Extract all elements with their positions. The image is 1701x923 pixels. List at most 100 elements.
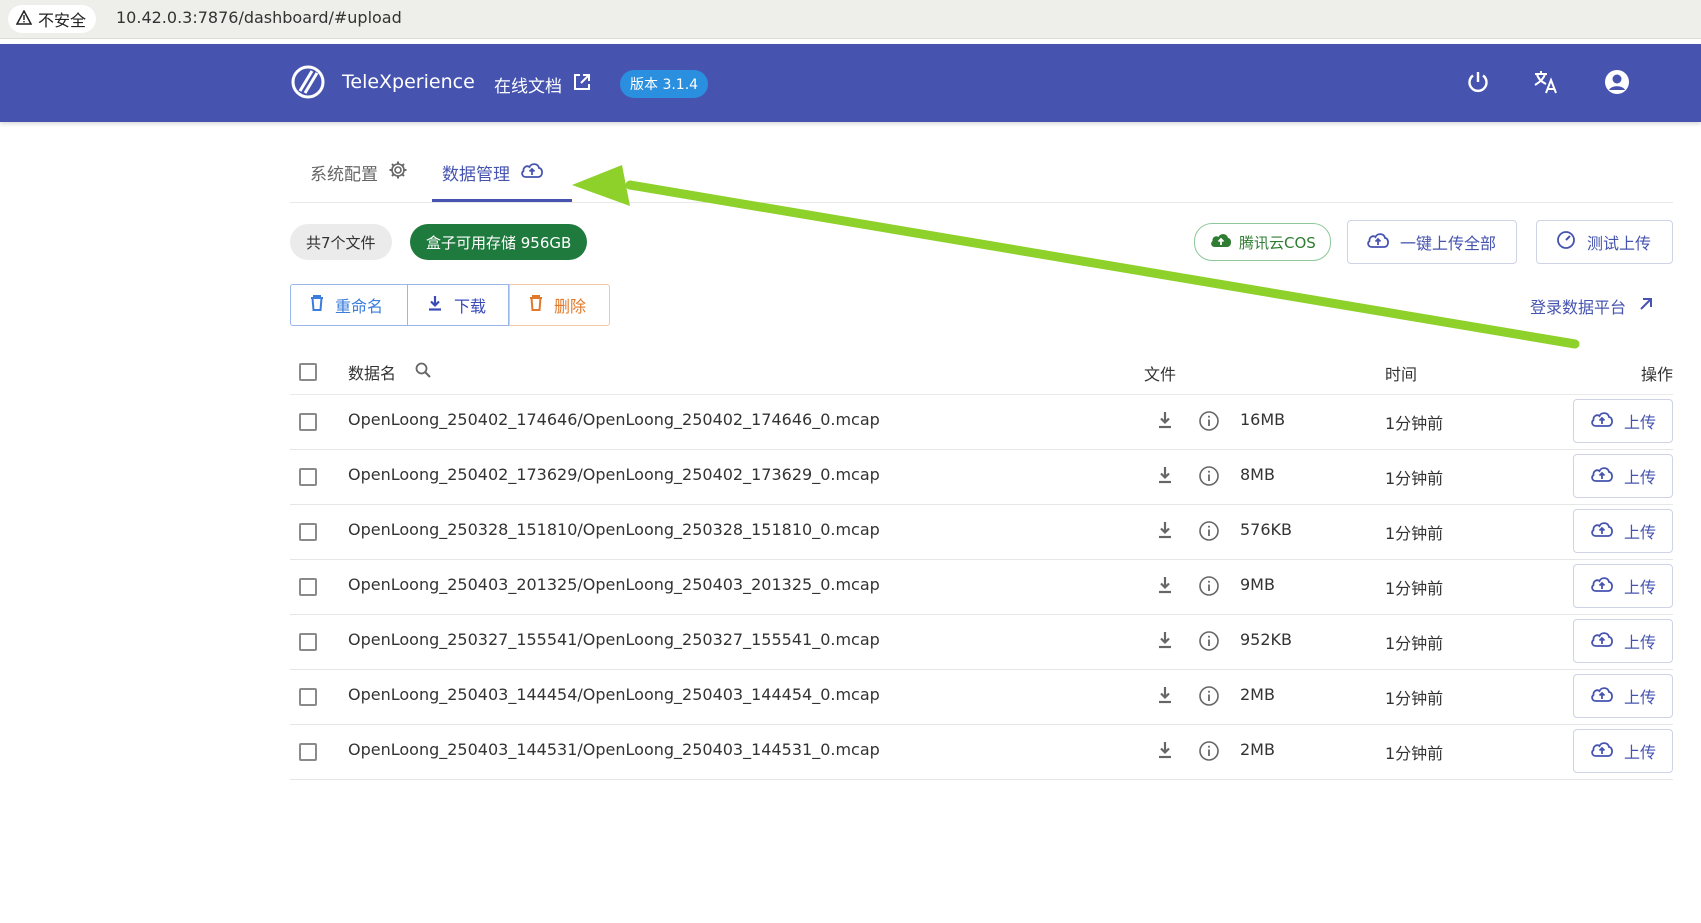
- row-upload-button[interactable]: 上传: [1573, 564, 1673, 608]
- column-file-header: 文件: [1144, 365, 1177, 384]
- storage-chip: 盒子可用存储 956GB: [410, 224, 588, 260]
- row-checkbox[interactable]: [299, 688, 317, 706]
- file-name: OpenLoong_250402_174646/OpenLoong_250402…: [348, 410, 880, 429]
- row-upload-button[interactable]: 上传: [1573, 509, 1673, 553]
- file-size: 9MB: [1240, 575, 1275, 594]
- bulk-action-group: 重命名 下载 删除: [290, 284, 610, 326]
- file-size: 2MB: [1240, 740, 1275, 759]
- info-icon[interactable]: [1198, 465, 1220, 487]
- test-upload-button[interactable]: 测试上传: [1536, 220, 1673, 264]
- cloud-upload-icon: [1590, 629, 1614, 653]
- file-time: 1分钟前: [1385, 414, 1444, 433]
- upload-label: 上传: [1623, 413, 1656, 432]
- upload-all-label: 一键上传全部: [1400, 234, 1497, 253]
- row-upload-button[interactable]: 上传: [1573, 674, 1673, 718]
- file-size: 952KB: [1240, 630, 1293, 649]
- cloud-upload-icon: [1590, 684, 1614, 708]
- file-time: 1分钟前: [1385, 524, 1444, 543]
- upload-label: 上传: [1623, 633, 1656, 652]
- upload-label: 上传: [1623, 523, 1656, 542]
- info-icon[interactable]: [1198, 685, 1220, 707]
- external-link-icon: [572, 72, 592, 97]
- tab-data-management[interactable]: 数据管理: [432, 150, 572, 202]
- insecure-indicator[interactable]: 不安全: [8, 5, 97, 33]
- info-icon[interactable]: [1198, 520, 1220, 542]
- table-row: OpenLoong_250403_201325/OpenLoong_250403…: [290, 560, 1673, 615]
- data-platform-link[interactable]: 登录数据平台: [1530, 294, 1654, 318]
- url-text[interactable]: 10.42.0.3:7876/dashboard/#upload: [116, 8, 402, 27]
- search-icon[interactable]: [414, 361, 432, 383]
- tab-system-config[interactable]: 系统配置: [310, 150, 418, 202]
- download-icon[interactable]: [1156, 575, 1178, 597]
- row-checkbox[interactable]: [299, 413, 317, 431]
- tab-label: 系统配置: [310, 165, 378, 185]
- power-button[interactable]: [1460, 66, 1496, 102]
- table-row: OpenLoong_250402_173629/OpenLoong_250402…: [290, 450, 1673, 505]
- row-checkbox[interactable]: [299, 633, 317, 651]
- upload-all-button[interactable]: 一键上传全部: [1347, 220, 1517, 264]
- translate-icon: [1532, 68, 1560, 100]
- file-size: 576KB: [1240, 520, 1293, 539]
- platform-link-label: 登录数据平台: [1530, 298, 1627, 317]
- download-icon[interactable]: [1156, 410, 1178, 432]
- cloud-upload-icon: [1209, 230, 1233, 254]
- table-row: OpenLoong_250402_174646/OpenLoong_250402…: [290, 395, 1673, 450]
- download-label: 下载: [454, 297, 487, 316]
- upload-label: 上传: [1623, 578, 1656, 597]
- row-upload-button[interactable]: 上传: [1573, 454, 1673, 498]
- power-icon: [1465, 69, 1491, 99]
- row-checkbox[interactable]: [299, 578, 317, 596]
- table-row: OpenLoong_250403_144531/OpenLoong_250403…: [290, 725, 1673, 780]
- table-body: OpenLoong_250402_174646/OpenLoong_250402…: [290, 395, 1673, 780]
- file-count-chip: 共7个文件: [290, 224, 392, 260]
- info-icon[interactable]: [1198, 630, 1220, 652]
- arrow-up-right-icon: [1638, 296, 1654, 316]
- file-table: 数据名 文件 时间 操作 OpenLoong_250402_174646/Ope…: [290, 350, 1673, 780]
- info-icon[interactable]: [1198, 575, 1220, 597]
- download-icon[interactable]: [1156, 740, 1178, 762]
- tencent-cos-button[interactable]: 腾讯云COS: [1194, 223, 1331, 261]
- column-time-header: 时间: [1385, 365, 1418, 384]
- row-upload-button[interactable]: 上传: [1573, 729, 1673, 773]
- row-checkbox[interactable]: [299, 743, 317, 761]
- row-checkbox[interactable]: [299, 523, 317, 541]
- download-icon[interactable]: [1156, 465, 1178, 487]
- select-all-checkbox[interactable]: [299, 363, 317, 381]
- tab-label: 数据管理: [442, 165, 510, 185]
- browser-address-bar: 不安全 10.42.0.3:7876/dashboard/#upload: [0, 0, 1701, 39]
- file-size: 16MB: [1240, 410, 1286, 429]
- account-button[interactable]: [1599, 66, 1635, 102]
- test-upload-label: 测试上传: [1587, 234, 1652, 253]
- column-label: 数据名: [348, 364, 397, 383]
- docs-link-label: 在线文档: [494, 77, 562, 97]
- account-icon: [1603, 68, 1631, 100]
- cloud-upload-icon: [520, 160, 544, 185]
- info-icon[interactable]: [1198, 410, 1220, 432]
- row-upload-button[interactable]: 上传: [1573, 619, 1673, 663]
- row-upload-button[interactable]: 上传: [1573, 399, 1673, 443]
- download-icon[interactable]: [1156, 630, 1178, 652]
- upload-label: 上传: [1623, 743, 1656, 762]
- cloud-upload-icon: [1590, 464, 1614, 488]
- file-time: 1分钟前: [1385, 689, 1444, 708]
- file-name: OpenLoong_250403_201325/OpenLoong_250403…: [348, 575, 880, 594]
- delete-button[interactable]: 删除: [509, 284, 610, 326]
- online-docs-link[interactable]: 在线文档: [494, 72, 592, 97]
- row-checkbox[interactable]: [299, 468, 317, 486]
- download-icon[interactable]: [1156, 685, 1178, 707]
- cloud-upload-icon: [1590, 574, 1614, 598]
- cloud-upload-icon: [1590, 739, 1614, 763]
- trash-icon: [309, 294, 325, 316]
- file-name: OpenLoong_250328_151810/OpenLoong_250328…: [348, 520, 880, 539]
- language-button[interactable]: [1528, 66, 1564, 102]
- app-header: TeleXperience 在线文档 版本 3.1.4: [0, 44, 1701, 122]
- rename-button[interactable]: 重命名: [290, 284, 408, 326]
- table-row: OpenLoong_250327_155541/OpenLoong_250327…: [290, 615, 1673, 670]
- column-op-header: 操作: [1640, 365, 1673, 384]
- insecure-label: 不安全: [38, 11, 87, 30]
- column-name-header: 数据名: [348, 360, 432, 384]
- download-button[interactable]: 下载: [408, 284, 509, 326]
- warning-icon: [15, 8, 33, 29]
- download-icon[interactable]: [1156, 520, 1178, 542]
- info-icon[interactable]: [1198, 740, 1220, 762]
